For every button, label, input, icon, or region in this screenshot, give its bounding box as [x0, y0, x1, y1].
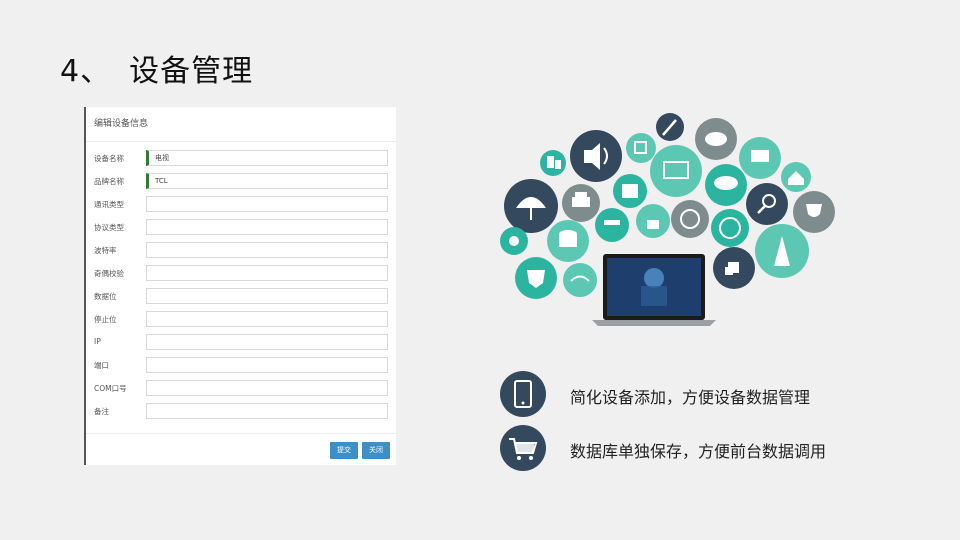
shopping-cart-icon — [500, 425, 546, 471]
data-bits-input[interactable] — [146, 288, 388, 304]
calendar-icon — [613, 174, 647, 208]
field-label: 协议类型 — [94, 223, 124, 232]
laptop-icon — [592, 254, 716, 326]
clock-icon — [711, 209, 749, 247]
feature-text: 数据库单独保存，方便前台数据调用 — [570, 442, 827, 461]
field-label: IP — [94, 337, 101, 346]
slide-heading: 设备管理 — [129, 54, 254, 89]
feature-item-database-storage: 数据库单独保存，方便前台数据调用 — [500, 425, 900, 471]
traffic-cone-icon — [755, 224, 809, 278]
settings-icon — [500, 227, 528, 255]
smartphone-icon — [500, 371, 546, 417]
wifi-icon — [563, 263, 597, 297]
field-label: 停止位 — [94, 315, 117, 324]
form-row-data-bits: 数据位 — [86, 288, 396, 306]
form-row-parity: 奇偶校验 — [86, 265, 396, 283]
feature-item-device-management: 简化设备添加，方便设备数据管理 — [500, 371, 900, 417]
mobile-devices-icon — [540, 150, 566, 176]
remarks-input[interactable] — [146, 403, 388, 419]
presentation-icon — [739, 137, 781, 179]
form-row-port: 端口 — [86, 357, 396, 375]
printer-icon — [562, 184, 600, 222]
search-icon — [746, 183, 788, 225]
field-label: 数据位 — [94, 292, 117, 301]
shield-icon — [515, 257, 557, 299]
field-label: 波特率 — [94, 246, 117, 255]
edit-device-dialog: 编辑设备信息 设备名称 电视 品牌名称 TCL 通讯类型 协议类型 波特率 奇偶… — [84, 107, 396, 465]
field-label: 通讯类型 — [94, 200, 124, 209]
field-label: 设备名称 — [94, 154, 124, 163]
database-icon — [547, 220, 589, 262]
edit-icon — [626, 133, 656, 163]
direction-sign-icon — [595, 208, 629, 242]
footer-divider — [86, 433, 396, 434]
cloud-download-icon — [695, 118, 737, 160]
form-row-remarks: 备注 — [86, 403, 396, 421]
com-port-input[interactable] — [146, 380, 388, 396]
form-row-com-port: COM口号 — [86, 380, 396, 398]
compass-icon — [671, 200, 709, 238]
ip-input[interactable] — [146, 334, 388, 350]
field-label: 备注 — [94, 407, 109, 416]
close-button[interactable]: 关闭 — [362, 442, 390, 459]
slide-title: 4、 设备管理 — [60, 46, 253, 90]
copy-icon — [713, 247, 755, 289]
field-label: 奇偶校验 — [94, 269, 124, 278]
field-label: 端口 — [94, 361, 109, 370]
submit-button[interactable]: 提交 — [330, 442, 358, 459]
field-label: 品牌名称 — [94, 177, 124, 186]
device-name-input[interactable]: 电视 — [146, 150, 388, 166]
slide-number: 4、 — [60, 54, 112, 89]
field-label: COM口号 — [94, 384, 127, 393]
lock-icon — [636, 204, 670, 238]
form-row-stop-bits: 停止位 — [86, 311, 396, 329]
form-row-device-name: 设备名称 电视 — [86, 150, 396, 168]
form-row-protocol-type: 协议类型 — [86, 219, 396, 237]
pen-icon — [656, 113, 684, 141]
form-row-baud-rate: 波特率 — [86, 242, 396, 260]
feature-text: 简化设备添加，方便设备数据管理 — [570, 388, 811, 407]
icon-cloud-illustration — [500, 113, 835, 326]
stop-bits-input[interactable] — [146, 311, 388, 327]
brand-name-input[interactable]: TCL — [146, 173, 388, 189]
baud-rate-input[interactable] — [146, 242, 388, 258]
dialog-title: 编辑设备信息 — [86, 107, 396, 142]
form-row-comm-type: 通讯类型 — [86, 196, 396, 214]
trophy-icon — [793, 191, 835, 233]
comm-type-input[interactable] — [146, 196, 388, 212]
port-input[interactable] — [146, 357, 388, 373]
protocol-type-input[interactable] — [146, 219, 388, 235]
umbrella-icon — [504, 179, 558, 233]
monitor-icon — [650, 145, 702, 197]
form-row-ip: IP — [86, 334, 396, 352]
parity-input[interactable] — [146, 265, 388, 281]
volume-icon — [570, 130, 622, 182]
form-row-brand-name: 品牌名称 TCL — [86, 173, 396, 191]
home-icon — [781, 162, 811, 192]
chat-icon — [705, 164, 747, 206]
